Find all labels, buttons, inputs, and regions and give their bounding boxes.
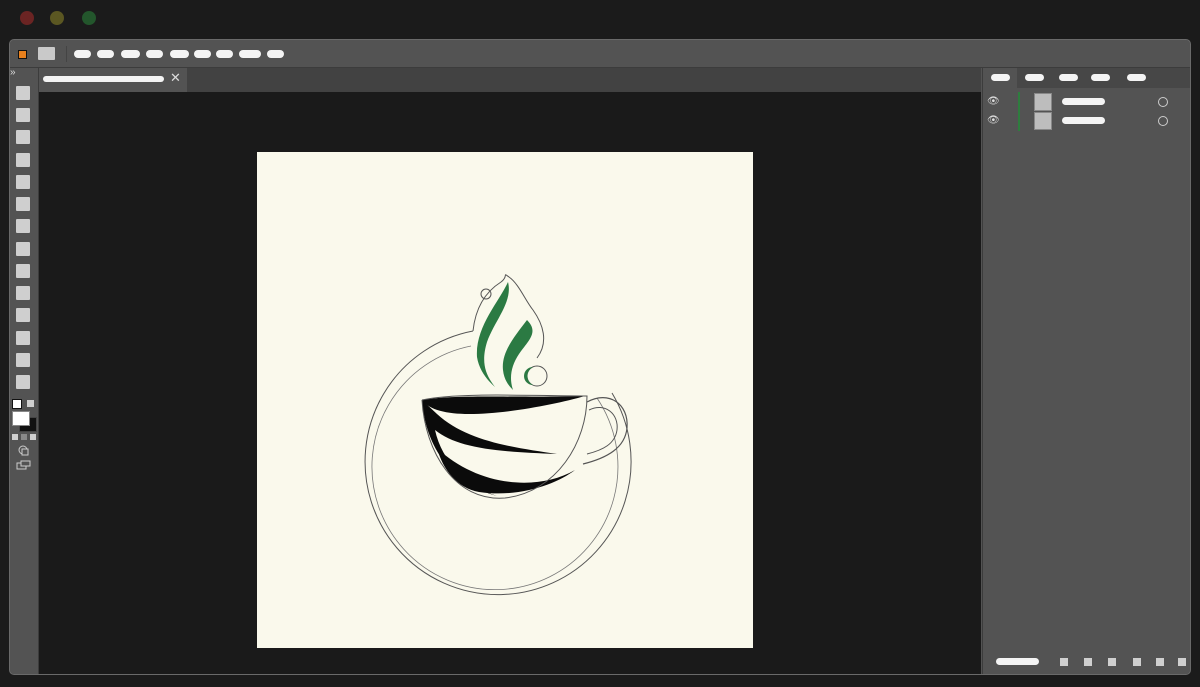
layer-row[interactable]: 👁	[983, 111, 1190, 131]
minimize-window-button[interactable]	[50, 11, 64, 25]
document-tab-label	[43, 76, 164, 82]
eye-icon[interactable]: 👁	[987, 115, 1000, 127]
layer-name[interactable]	[1062, 117, 1105, 124]
panel-tab-brushes[interactable]	[1127, 74, 1146, 81]
menu-item-select[interactable]	[170, 50, 189, 58]
menu-item-effect[interactable]	[194, 50, 211, 58]
layer-count-label	[996, 658, 1039, 665]
magic-wand-tool-icon[interactable]	[16, 130, 30, 144]
screen-mode-icon[interactable]	[16, 460, 31, 470]
menu-item-window[interactable]	[239, 50, 261, 58]
panel-tab-layers[interactable]	[991, 74, 1010, 81]
close-window-button[interactable]	[20, 11, 34, 25]
panel-tab-libraries[interactable]	[1059, 74, 1078, 81]
menu-item-object[interactable]	[121, 50, 140, 58]
cup-rim	[422, 396, 585, 414]
locate-object-icon[interactable]	[1084, 658, 1092, 666]
steam-bubble	[480, 288, 492, 300]
document-tab[interactable]: ✕	[39, 68, 187, 92]
layer-thumbnail	[1034, 93, 1052, 111]
layer-target-icon[interactable]	[1158, 97, 1168, 107]
hand-tool-icon[interactable]	[16, 375, 30, 389]
color-mode-icon[interactable]	[12, 434, 18, 440]
pencil-tool-icon[interactable]	[16, 264, 30, 278]
layer-row[interactable]: 👁	[983, 92, 1190, 112]
draw-mode-icon[interactable]	[17, 444, 30, 456]
canvas-area[interactable]	[39, 92, 981, 674]
gradient-mode-icon[interactable]	[21, 434, 27, 440]
layer-color-bar	[1018, 92, 1020, 112]
saucer-ring-inner	[371, 345, 619, 591]
coffee-cup-logo[interactable]	[257, 152, 753, 648]
menu-item-edit[interactable]	[97, 50, 114, 58]
swap-colors-icon[interactable]	[27, 400, 34, 407]
menu-divider	[66, 46, 67, 62]
document-tab-bar: ✕	[39, 68, 981, 92]
layer-target-icon[interactable]	[1158, 116, 1168, 126]
tools-panel: »	[10, 68, 39, 674]
layer-color-bar	[1018, 111, 1020, 131]
type-tool-icon[interactable]	[16, 175, 30, 189]
cup-handle	[582, 397, 628, 465]
eye-icon[interactable]: 👁	[987, 96, 1000, 108]
rotate-tool-icon[interactable]	[16, 308, 30, 322]
new-sublayer-icon[interactable]	[1133, 658, 1141, 666]
paintbrush-tool-icon[interactable]	[16, 242, 30, 256]
line-tool-icon[interactable]	[16, 197, 30, 211]
delete-layer-icon[interactable]	[1178, 658, 1186, 666]
layer-thumbnail	[1034, 112, 1052, 130]
eyedropper-tool-icon[interactable]	[16, 353, 30, 367]
default-colors-icon[interactable]	[12, 399, 22, 409]
panel-tab-bar	[983, 68, 1190, 88]
eraser-tool-icon[interactable]	[16, 286, 30, 300]
fill-swatch[interactable]	[12, 411, 30, 426]
saucer-ring	[364, 330, 632, 596]
layer-name[interactable]	[1062, 98, 1105, 105]
direct-selection-tool-icon[interactable]	[16, 108, 30, 122]
panel-tab-properties[interactable]	[1025, 74, 1044, 81]
layers-panel: 👁 👁	[982, 68, 1190, 674]
pen-tool-icon[interactable]	[16, 153, 30, 167]
zoom-window-button[interactable]	[82, 11, 96, 25]
scale-tool-icon[interactable]	[16, 331, 30, 345]
new-layer-icon[interactable]	[1156, 658, 1164, 666]
menu-item-help[interactable]	[267, 50, 284, 58]
app-logo-icon	[18, 50, 27, 59]
rectangle-tool-icon[interactable]	[16, 219, 30, 233]
none-mode-icon[interactable]	[30, 434, 36, 440]
collapse-panel-icon[interactable]: »	[10, 68, 16, 78]
selection-tool-icon[interactable]	[16, 86, 30, 100]
menu-item-view[interactable]	[216, 50, 233, 58]
workspace-switcher-icon[interactable]	[38, 47, 55, 60]
menu-bar	[10, 40, 1190, 68]
clipping-mask-icon[interactable]	[1108, 658, 1116, 666]
menu-item-type[interactable]	[146, 50, 163, 58]
artboard[interactable]	[257, 152, 753, 648]
app-window: » ✕ 👁 👁	[9, 39, 1191, 675]
close-icon[interactable]: ✕	[170, 71, 181, 85]
cup-base	[437, 448, 575, 494]
export-icon[interactable]	[1060, 658, 1068, 666]
menu-item-file[interactable]	[74, 50, 91, 58]
panel-tab-swatches[interactable]	[1091, 74, 1110, 81]
